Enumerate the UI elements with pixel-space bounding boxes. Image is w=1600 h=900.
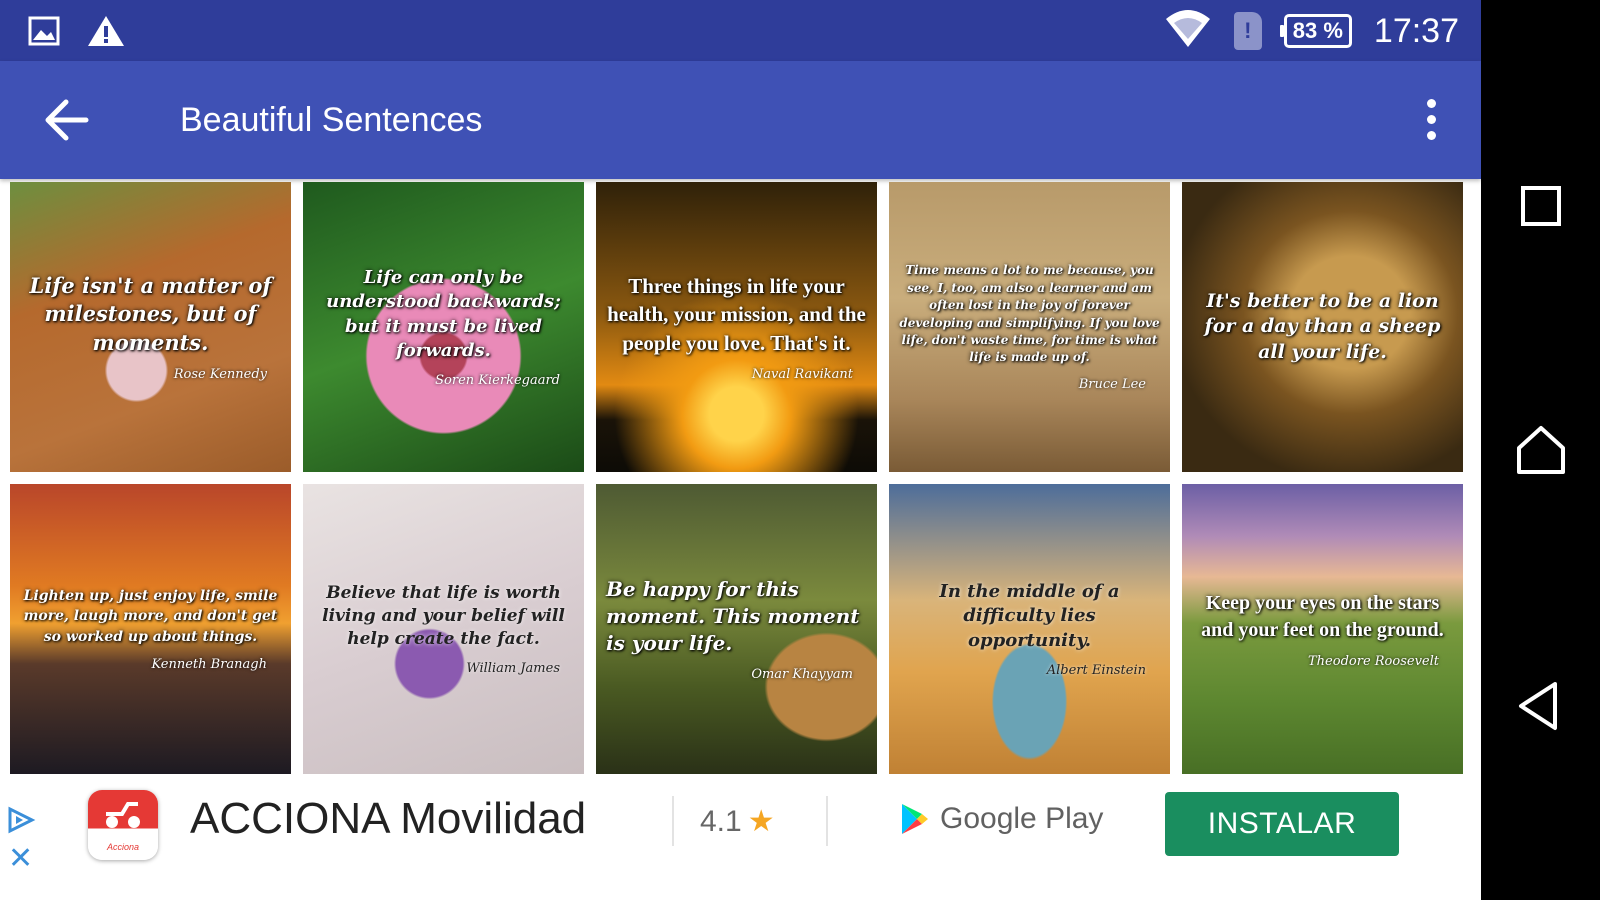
ad-rating: 4.1 ★ (700, 804, 775, 839)
quote-author: Soren Kierkegaard (435, 373, 560, 389)
warning-icon (86, 14, 126, 53)
quote-tile[interactable]: Keep your eyes on the stars and your fee… (1182, 484, 1463, 774)
image-icon (28, 16, 60, 51)
home-icon (1517, 426, 1565, 474)
quote-tile[interactable]: Time means a lot to me because, you see,… (889, 182, 1170, 472)
more-vert-icon (1426, 99, 1436, 108)
quote-tile[interactable]: Believe that life is worth living and yo… (303, 484, 584, 774)
quote-author: Bruce Lee (1078, 376, 1146, 392)
quote-text: Three things in life your health, your m… (607, 273, 866, 355)
quote-author: Theodore Roosevelt (1308, 653, 1439, 669)
app-bar: Beautiful Sentences (0, 61, 1481, 179)
divider (826, 796, 828, 846)
quote-tile[interactable]: Life isn't a matter of milestones, but o… (10, 182, 291, 472)
quote-text: In the middle of a difficulty lies oppor… (939, 581, 1120, 651)
home-button[interactable] (1511, 420, 1571, 480)
google-play-text: Google Play (940, 802, 1104, 835)
ad-app-icon-text: Acciona (106, 842, 140, 852)
quote-author: Rose Kennedy (173, 367, 267, 383)
ad-app-icon: Acciona (88, 790, 158, 860)
status-left-icons (28, 14, 126, 53)
quote-text: Be happy for this moment. This moment is… (606, 577, 860, 655)
quote-author: Omar Khayyam (751, 667, 853, 682)
overflow-menu-button[interactable] (1419, 95, 1443, 145)
battery-icon: 83 % (1279, 14, 1352, 48)
quote-author: Kenneth Branagh (151, 656, 267, 672)
system-nav-bar (1481, 0, 1600, 900)
quote-text: Keep your eyes on the stars and your fee… (1201, 591, 1444, 641)
quote-image-grid: Life isn't a matter of milestones, but o… (10, 182, 1472, 774)
quote-text: Life isn't a matter of milestones, but o… (29, 272, 272, 355)
google-play-logo: Google Play (900, 802, 1103, 836)
quote-tile[interactable]: Lighten up, just enjoy life, smile more,… (10, 484, 291, 774)
ad-close-icon[interactable]: ✕ (8, 844, 33, 874)
quote-text: Time means a lot to me because, you see,… (899, 263, 1160, 365)
ad-rating-value: 4.1 (700, 805, 742, 838)
quote-author: William James (466, 660, 560, 676)
quote-tile[interactable]: Three things in life your health, your m… (596, 182, 877, 472)
ad-choices-icon[interactable] (6, 806, 36, 839)
google-play-icon (902, 804, 928, 834)
quote-tile[interactable]: Be happy for this moment. This moment is… (596, 484, 877, 774)
quote-tile[interactable]: It's better to be a lion for a day than … (1182, 182, 1463, 472)
quote-author: Albert Einstein (1046, 662, 1146, 678)
ad-banner[interactable]: ✕ Acciona ACCIONA Movilidad 4.1 ★ Google … (0, 774, 1481, 900)
recents-icon (1521, 186, 1561, 226)
quote-author: Naval Ravikant (751, 367, 853, 383)
status-bar: ! 83 % 17:37 (0, 0, 1481, 61)
quote-text: Life can only be understood backwards; b… (326, 266, 561, 361)
sim-icon: ! (1233, 12, 1262, 50)
back-arrow-button[interactable] (42, 97, 92, 143)
back-arrow-icon (45, 99, 89, 141)
install-button[interactable]: INSTALAR (1165, 792, 1399, 856)
back-icon (1519, 682, 1557, 730)
wifi-icon (1164, 9, 1212, 54)
ad-app-name: ACCIONA Movilidad (190, 794, 587, 843)
page-title: Beautiful Sentences (180, 101, 483, 139)
star-icon: ★ (747, 805, 775, 838)
status-time: 17:37 (1373, 11, 1459, 50)
quote-tile[interactable]: In the middle of a difficulty lies oppor… (889, 484, 1170, 774)
status-right-icons: ! 83 % 17:37 (1164, 8, 1459, 54)
recents-button[interactable] (1511, 176, 1571, 236)
quote-text: It's better to be a lion for a day than … (1204, 289, 1441, 363)
quote-text: Lighten up, just enjoy life, smile more,… (23, 588, 278, 645)
quote-text: Believe that life is worth living and yo… (322, 583, 565, 649)
back-button[interactable] (1511, 676, 1571, 736)
quote-tile[interactable]: Life can only be understood backwards; b… (303, 182, 584, 472)
divider (672, 796, 674, 846)
